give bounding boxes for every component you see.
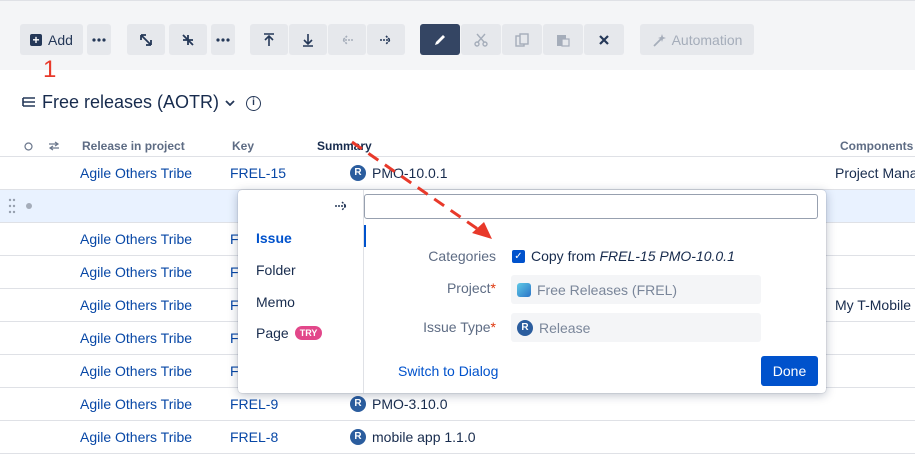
annotation-arrow xyxy=(351,140,492,239)
